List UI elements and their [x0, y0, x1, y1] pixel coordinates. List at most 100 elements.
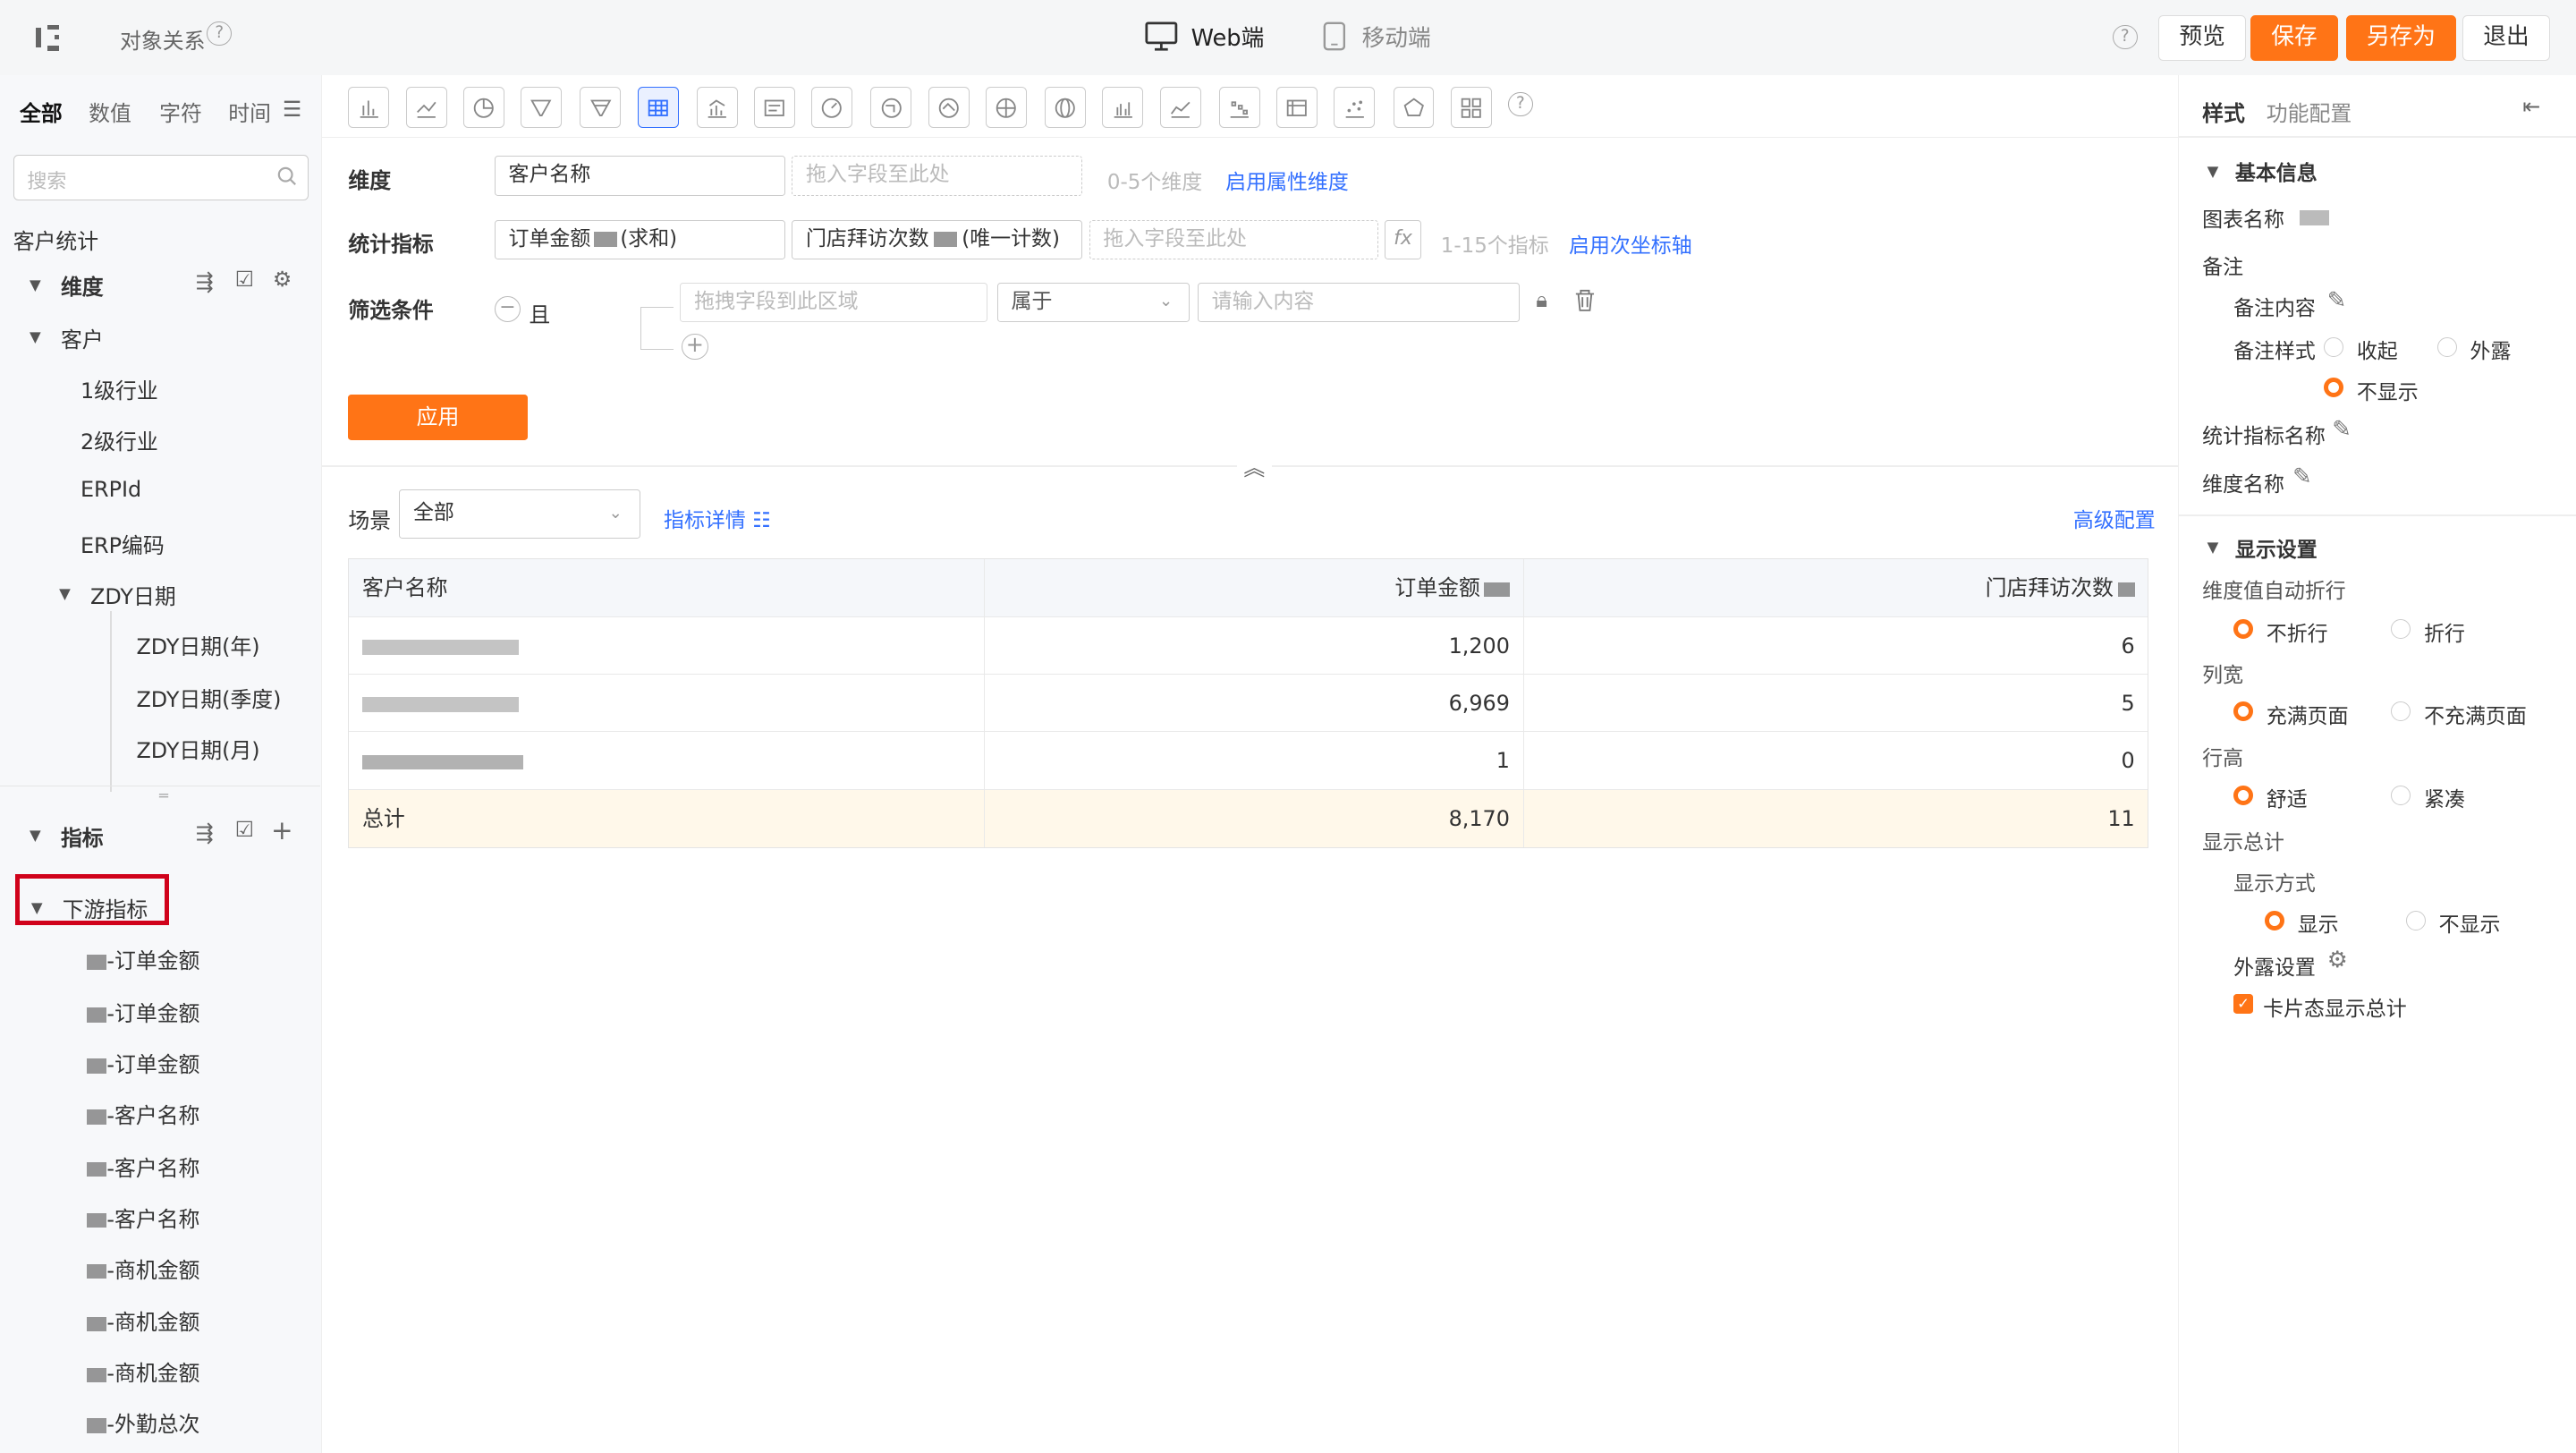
- search-input[interactable]: 搜索: [13, 154, 309, 201]
- help-icon[interactable]: ?: [2112, 24, 2138, 50]
- collapse-arrow-icon[interactable]: ▼: [2207, 163, 2219, 180]
- china-heat-map-icon[interactable]: [928, 87, 970, 129]
- tab-time[interactable]: 时间: [228, 96, 271, 127]
- metric-chip[interactable]: 门店拜访次数 (唯一计数): [792, 220, 1083, 260]
- radar-chart-icon[interactable]: [1393, 87, 1435, 129]
- combo-chart-icon[interactable]: [696, 87, 738, 129]
- card-total-checkbox[interactable]: ✓: [2233, 994, 2254, 1015]
- downstream-metric[interactable]: -客户名称: [87, 1098, 199, 1129]
- advanced-config-link[interactable]: 高级配置: [2073, 503, 2156, 533]
- downstream-metric[interactable]: -客户名称: [87, 1202, 199, 1233]
- minus-circle-icon[interactable]: −: [494, 295, 521, 322]
- downstream-metric[interactable]: -商机金额: [87, 1304, 199, 1336]
- tree-item-downstream[interactable]: 下游指标: [63, 892, 148, 923]
- preview-button[interactable]: 预览: [2158, 14, 2246, 61]
- tree-field[interactable]: ERP编码: [80, 528, 165, 559]
- column-header[interactable]: 客户名称: [349, 559, 986, 616]
- collapse-arrow-icon[interactable]: ▼: [2207, 539, 2219, 556]
- radio-not-fill-page[interactable]: [2391, 701, 2411, 722]
- grid-chart-icon[interactable]: [1450, 87, 1492, 129]
- settings-icon[interactable]: ⚙: [273, 267, 292, 292]
- object-relation-link[interactable]: 对象关系: [120, 23, 205, 55]
- radio-expose[interactable]: [2436, 336, 2457, 357]
- radio-comfortable[interactable]: [2233, 785, 2254, 805]
- radio-show[interactable]: [2264, 910, 2284, 930]
- help-icon[interactable]: ?: [1508, 91, 1533, 117]
- tree-field[interactable]: ZDY日期(季度): [136, 682, 281, 713]
- dimension-drop-zone[interactable]: 拖入字段至此处: [792, 156, 1083, 196]
- downstream-metric[interactable]: -订单金额: [87, 943, 199, 974]
- tree-item-customer[interactable]: 客户: [61, 322, 104, 353]
- collapse-panel-icon[interactable]: ⇤: [2522, 94, 2540, 119]
- collapse-arrow-icon[interactable]: ▼: [30, 827, 41, 844]
- formula-fx-icon[interactable]: fx: [1385, 220, 1421, 260]
- downstream-metric[interactable]: -外勤总次: [87, 1406, 199, 1438]
- drag-handle-icon[interactable]: ═: [159, 787, 168, 804]
- table-chart-icon[interactable]: [637, 87, 679, 129]
- radio-no-wrap[interactable]: [2233, 619, 2254, 640]
- collapse-up-icon[interactable]: ︽: [1237, 450, 1272, 482]
- tree-field[interactable]: ERPId: [80, 477, 141, 502]
- enable-attr-dimension-link[interactable]: 启用属性维度: [1225, 165, 1349, 195]
- scene-select[interactable]: 全部 ⌄: [399, 489, 641, 540]
- area-chart-icon[interactable]: [1159, 87, 1201, 129]
- save-as-button[interactable]: 另存为: [2345, 14, 2456, 61]
- batch-edit-icon[interactable]: ☑: [235, 267, 254, 292]
- scatter-chart-icon[interactable]: [1334, 87, 1376, 129]
- radio-fill-page[interactable]: [2233, 701, 2254, 722]
- metric-drop-zone[interactable]: 拖入字段至此处: [1089, 220, 1378, 260]
- apply-button[interactable]: 应用: [348, 394, 528, 441]
- card-chart-icon[interactable]: [754, 87, 795, 129]
- basic-info-title[interactable]: 基本信息: [2235, 156, 2318, 186]
- tab-mobile[interactable]: 移动端: [1323, 20, 1431, 53]
- display-settings-title[interactable]: 显示设置: [2235, 532, 2318, 563]
- pivot-table-icon[interactable]: [1276, 87, 1318, 129]
- tab-style[interactable]: 样式: [2202, 96, 2245, 127]
- add-icon[interactable]: +: [271, 815, 293, 845]
- indent-list-icon[interactable]: ⇶: [196, 820, 214, 845]
- line-chart-icon[interactable]: [405, 87, 447, 129]
- add-filter-icon[interactable]: +: [682, 333, 708, 361]
- radio-collapse[interactable]: [2324, 336, 2344, 357]
- globe-icon[interactable]: [1045, 87, 1087, 129]
- tree-field[interactable]: ZDY日期(月): [136, 733, 259, 764]
- world-map-icon[interactable]: [986, 87, 1027, 129]
- tree-field[interactable]: 1级行业: [80, 373, 158, 404]
- metric-detail-link[interactable]: 指标详情 ☷: [664, 503, 771, 533]
- radio-hide-total[interactable]: [2405, 910, 2426, 930]
- funnel-chart-icon[interactable]: [521, 87, 563, 129]
- tab-all[interactable]: 全部: [20, 96, 63, 127]
- downstream-metric[interactable]: -商机金额: [87, 1355, 199, 1387]
- edit-icon[interactable]: ✎: [2292, 463, 2312, 490]
- edit-icon[interactable]: ✎: [2327, 287, 2347, 314]
- column-chart-icon[interactable]: [1102, 87, 1144, 129]
- dimension-group[interactable]: 维度: [61, 269, 104, 301]
- filter-value-input[interactable]: 请输入内容: [1197, 282, 1520, 322]
- radio-wrap[interactable]: [2391, 619, 2411, 640]
- radio-compact[interactable]: [2391, 785, 2411, 805]
- column-header[interactable]: 门店拜访次数: [1524, 559, 2148, 616]
- list-menu-icon[interactable]: ☰: [283, 97, 301, 122]
- gauge-chart-icon[interactable]: [811, 87, 853, 129]
- lock-icon[interactable]: 🔒︎: [1536, 287, 1547, 312]
- column-header[interactable]: 订单金额: [985, 559, 1524, 616]
- enable-secondary-axis-link[interactable]: 启用次坐标轴: [1569, 228, 1692, 259]
- save-button[interactable]: 保存: [2250, 14, 2338, 61]
- collapse-arrow-icon[interactable]: ▼: [30, 276, 41, 293]
- funnel-alt-icon[interactable]: [580, 87, 622, 129]
- tree-field[interactable]: ZDY日期(年): [136, 629, 259, 660]
- downstream-metric[interactable]: -客户名称: [87, 1151, 199, 1182]
- downstream-metric[interactable]: -订单金额: [87, 996, 199, 1027]
- heatmap-chart-icon[interactable]: [1218, 87, 1260, 129]
- collapse-arrow-icon[interactable]: ▼: [59, 585, 71, 602]
- tab-function-config[interactable]: 功能配置: [2267, 96, 2351, 127]
- metric-group[interactable]: 指标: [61, 820, 104, 852]
- pie-chart-icon[interactable]: [462, 87, 504, 129]
- exit-button[interactable]: 退出: [2462, 14, 2550, 61]
- downstream-metric[interactable]: -订单金额: [87, 1047, 199, 1078]
- china-map-icon[interactable]: [870, 87, 912, 129]
- help-icon[interactable]: ?: [207, 21, 232, 47]
- collapse-arrow-icon[interactable]: ▼: [30, 328, 41, 345]
- edit-icon[interactable]: ✎: [2332, 416, 2351, 443]
- tree-field[interactable]: 2级行业: [80, 424, 158, 455]
